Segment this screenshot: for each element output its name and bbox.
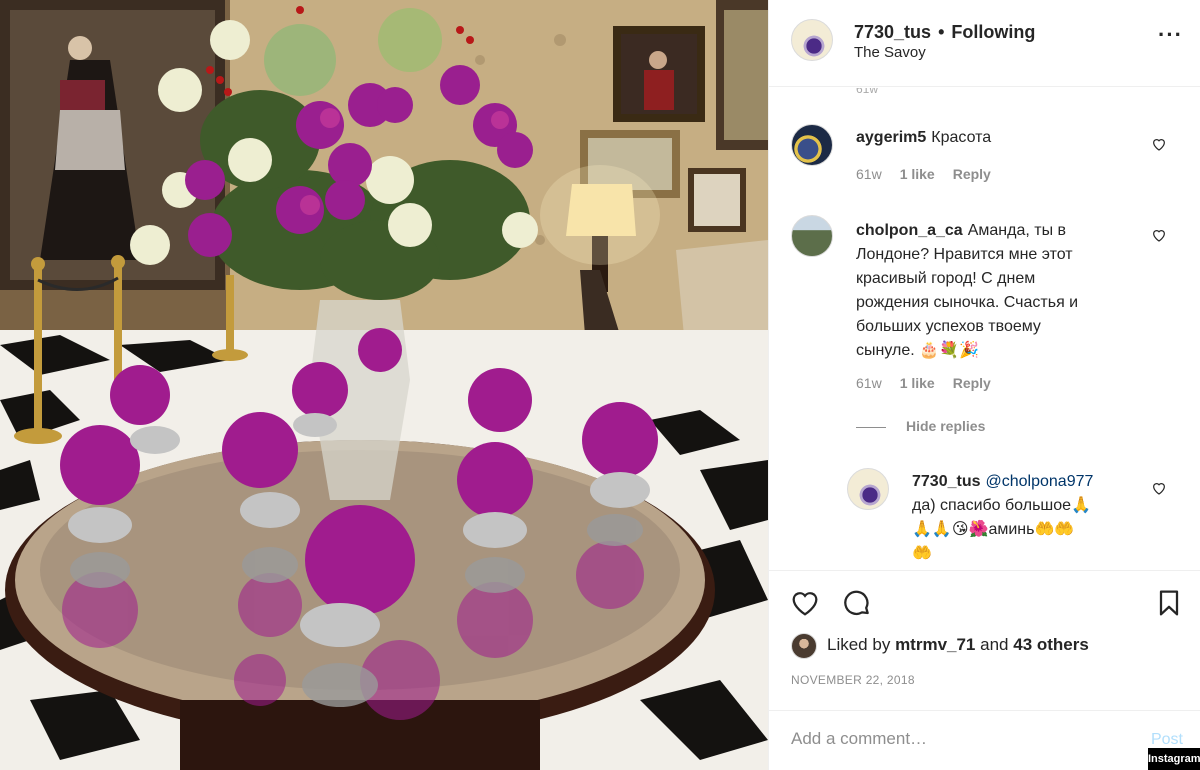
replier-avatar[interactable] bbox=[847, 468, 889, 510]
reply-mention[interactable]: @cholpona977 bbox=[986, 473, 1094, 490]
add-comment-input[interactable] bbox=[791, 729, 1121, 749]
comment-body-line: рождения сыночка. Счастья и bbox=[856, 294, 1079, 311]
heart-icon[interactable] bbox=[789, 587, 821, 619]
comment-bubble-icon[interactable] bbox=[841, 587, 873, 619]
post-actions: Liked by mtrmv_71 and 43 others NOVEMBER… bbox=[769, 570, 1200, 710]
liker-username[interactable]: mtrmv_71 bbox=[895, 635, 975, 654]
likes-prefix: Liked by bbox=[827, 635, 891, 654]
comment-username[interactable]: aygerim5 bbox=[856, 129, 926, 146]
reply-username[interactable]: 7730_tus bbox=[912, 473, 981, 490]
post-button[interactable]: Post bbox=[1151, 731, 1183, 749]
reply-button[interactable]: Reply bbox=[953, 375, 991, 391]
reply-body-line: да) спасибо большое🙏 bbox=[912, 497, 1091, 514]
comment-likes[interactable]: 1 like bbox=[900, 375, 935, 391]
comment-text: cholpon_a_ca Аманда, ты в Лондоне? Нравит… bbox=[856, 219, 1156, 363]
reply-body-line: 🤲 bbox=[912, 545, 932, 562]
comment-text: aygerim5 Красота bbox=[856, 126, 991, 150]
comment-meta: 61w 1 like Reply bbox=[856, 375, 1009, 391]
hide-replies-label: Hide replies bbox=[906, 418, 986, 434]
more-dots-icon[interactable]: ··· bbox=[1158, 24, 1183, 46]
liker-avatar[interactable] bbox=[791, 633, 817, 659]
author-username[interactable]: 7730_tus bbox=[854, 22, 931, 42]
comment-body-line: красивый город! С днем bbox=[856, 270, 1036, 287]
photo-lobby-orchids bbox=[0, 0, 768, 770]
add-comment-bar: Post bbox=[769, 710, 1200, 770]
comment-body-line: Аманда, ты в bbox=[967, 222, 1067, 239]
comment-heart-icon[interactable] bbox=[1151, 227, 1167, 243]
comment-heart-icon[interactable] bbox=[1151, 136, 1167, 152]
reply-text: 7730_tus @cholpona977 да) спасибо большое… bbox=[912, 470, 1142, 566]
post-header: 7730_tus • Following The Savoy ··· bbox=[769, 0, 1200, 87]
scrolled-meta-stub: 61w bbox=[856, 88, 879, 96]
commenter-avatar[interactable] bbox=[791, 124, 833, 166]
hide-replies-button[interactable]: Hide replies bbox=[856, 418, 985, 434]
header-separator: • bbox=[938, 22, 945, 42]
likes-others[interactable]: 43 others bbox=[1013, 635, 1089, 654]
comment-body-line: Лондоне? Нравится мне этот bbox=[856, 246, 1073, 263]
follow-button[interactable]: Following bbox=[951, 22, 1035, 42]
comment-body-line: больших успехов твоему bbox=[856, 318, 1041, 335]
author-avatar[interactable] bbox=[791, 19, 833, 61]
post-date[interactable]: NOVEMBER 22, 2018 bbox=[791, 673, 915, 687]
post-side-panel: 7730_tus • Following The Savoy ··· 61w a… bbox=[768, 0, 1200, 770]
comments-list[interactable]: 61w aygerim5 Красота 61w 1 like Reply cholp… bbox=[769, 88, 1200, 570]
reply-heart-icon[interactable] bbox=[1151, 480, 1167, 496]
author-line: 7730_tus • Following bbox=[854, 22, 1035, 43]
location-link[interactable]: The Savoy bbox=[854, 44, 926, 61]
reply-button[interactable]: Reply bbox=[953, 166, 991, 182]
instagram-watermark: Instagram bbox=[1148, 748, 1200, 770]
comment-meta: 61w 1 like Reply bbox=[856, 166, 1009, 182]
comment-time[interactable]: 61w bbox=[856, 375, 882, 391]
comment-username[interactable]: cholpon_a_ca bbox=[856, 222, 963, 239]
reply-body-line: 🙏🙏😘🌺аминь🤲🤲 bbox=[912, 521, 1075, 538]
comment-body: Красота bbox=[931, 129, 992, 146]
hide-replies-line bbox=[856, 426, 886, 428]
likes-text: Liked by mtrmv_71 and 43 others bbox=[827, 635, 1089, 655]
comment-body-line: сынуле. 🎂💐🎉 bbox=[856, 342, 979, 359]
comment-likes[interactable]: 1 like bbox=[900, 166, 935, 182]
bookmark-icon[interactable] bbox=[1153, 587, 1185, 619]
likes-mid: and bbox=[980, 635, 1009, 654]
comment-time[interactable]: 61w bbox=[856, 166, 882, 182]
commenter-avatar[interactable] bbox=[791, 215, 833, 257]
post-photo[interactable] bbox=[0, 0, 768, 770]
